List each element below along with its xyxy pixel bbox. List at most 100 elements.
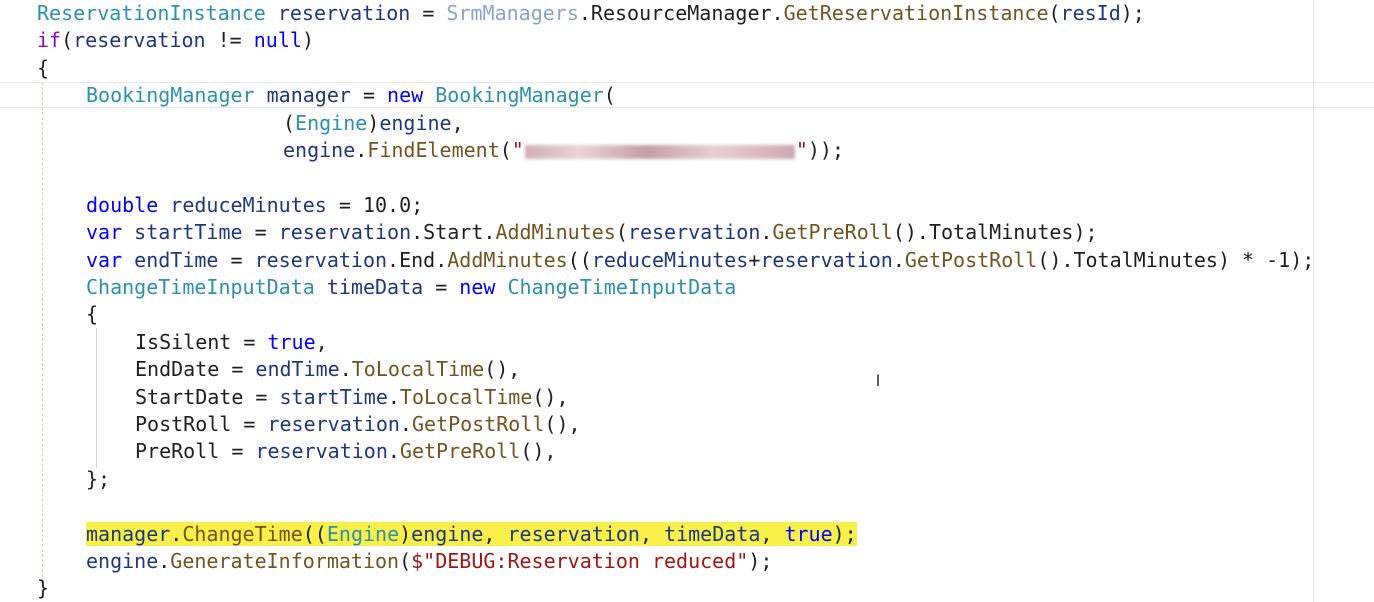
- code-token: .: [387, 439, 400, 464]
- code-token: .: [483, 220, 496, 245]
- code-token: );: [1120, 1, 1145, 25]
- code-token: {: [37, 55, 50, 80]
- code-line[interactable]: ReservationInstance reservation = SrmMan…: [37, 0, 1145, 27]
- code-line-content: engine.FindElement(" "));: [283, 138, 844, 162]
- code-token: .: [435, 247, 448, 272]
- code-line[interactable]: PostRoll = reservation.GetPostRoll(),: [135, 411, 581, 438]
- code-token: reservation: [267, 412, 400, 436]
- code-token: manager: [266, 83, 351, 108]
- code-line[interactable]: PreRoll = reservation.GetPreRoll(),: [135, 438, 556, 465]
- code-line[interactable]: var endTime = reservation.End.AddMinutes…: [86, 247, 1314, 274]
- code-token: ReservationInstance: [37, 1, 266, 25]
- code-token: FindElement: [367, 138, 500, 162]
- code-token: AddMinutes: [495, 220, 616, 245]
- code-line[interactable]: {: [86, 301, 98, 328]
- code-token: (),: [520, 439, 557, 464]
- code-token: BookingManager: [435, 83, 604, 108]
- code-token: .: [170, 521, 183, 546]
- code-token: .: [355, 138, 368, 162]
- code-line-content: engine.GenerateInformation($"DEBUG:Reser…: [86, 549, 772, 573]
- code-token: );: [832, 521, 857, 546]
- code-token: ((: [302, 521, 327, 546]
- code-token: new: [387, 83, 424, 108]
- code-token: ): [367, 110, 380, 135]
- code-token: =: [231, 412, 268, 436]
- code-line-content: {: [37, 56, 49, 80]
- code-line[interactable]: manager.ChangeTime((Engine)engine, reser…: [86, 521, 857, 548]
- code-token: var: [86, 247, 123, 272]
- code-line[interactable]: if(reservation != null): [37, 27, 314, 54]
- code-token: =: [218, 247, 255, 272]
- code-line[interactable]: double reduceMinutes = 10.0;: [86, 192, 423, 219]
- code-line[interactable]: engine.FindElement(" "));: [283, 137, 844, 164]
- code-token: 10.0: [362, 192, 412, 217]
- code-token: engine: [379, 110, 452, 135]
- code-token: ,: [451, 110, 464, 135]
- code-token: PreRoll: [135, 439, 220, 464]
- code-token: (: [399, 549, 412, 573]
- code-line[interactable]: {: [37, 55, 49, 82]
- code-token: (),: [532, 384, 569, 409]
- code-line[interactable]: BookingManager manager = new BookingMana…: [86, 82, 616, 109]
- code-token: {: [86, 302, 99, 327]
- code-token: =: [243, 384, 280, 409]
- code-token: GenerateInformation: [170, 549, 400, 573]
- code-line[interactable]: engine.GenerateInformation($"DEBUG:Reser…: [86, 548, 772, 575]
- code-line[interactable]: }: [37, 575, 49, 602]
- code-token: .: [760, 220, 773, 245]
- code-line[interactable]: var startTime = reservation.Start.AddMin…: [86, 219, 1098, 246]
- code-token: BookingManager: [86, 83, 255, 108]
- code-line-content: IsSilent = true,: [135, 330, 328, 354]
- code-token: ): [301, 28, 314, 53]
- code-token: reservation: [254, 247, 388, 272]
- code-token: ": [795, 138, 808, 162]
- code-token: ().: [892, 220, 929, 245]
- i-beam-cursor-icon: I: [875, 371, 881, 390]
- code-token: startTime: [279, 384, 388, 409]
- code-token: resId: [1060, 1, 1121, 25]
- code-token: Engine: [326, 521, 400, 546]
- code-token: (: [283, 110, 296, 135]
- code-token: TotalMinutes: [928, 220, 1074, 245]
- code-token: (: [615, 220, 628, 245]
- code-line-content: StartDate = startTime.ToLocalTime(),: [135, 385, 569, 409]
- code-token: ,: [760, 521, 785, 546]
- code-token: .: [411, 220, 424, 245]
- code-line[interactable]: };: [86, 466, 110, 493]
- code-token: .: [892, 247, 905, 272]
- code-line[interactable]: EndDate = endTime.ToLocalTime(),: [135, 356, 520, 383]
- code-line[interactable]: IsSilent = true,: [135, 329, 328, 356]
- code-line-content: double reduceMinutes = 10.0;: [86, 193, 423, 217]
- code-token: ,: [639, 521, 665, 546]
- code-token: engine: [411, 521, 484, 546]
- code-token: startTime: [134, 220, 243, 245]
- code-line[interactable]: StartDate = startTime.ToLocalTime(),: [135, 384, 569, 411]
- code-line-content: var endTime = reservation.End.AddMinutes…: [86, 248, 1314, 272]
- code-line[interactable]: (Engine)engine,: [283, 110, 464, 137]
- code-token: reservation: [255, 439, 388, 464]
- code-line-content: }: [37, 576, 49, 600]
- code-line-content: if(reservation != null): [37, 28, 314, 52]
- code-token: Engine: [295, 110, 368, 135]
- code-token: =: [350, 83, 388, 108]
- code-editor[interactable]: ReservationInstance reservation = SrmMan…: [0, 0, 1374, 602]
- code-token: true: [784, 521, 833, 546]
- code-token: if: [37, 28, 62, 53]
- code-token: (: [603, 83, 616, 108]
- column-ruler: [1313, 0, 1314, 602]
- code-token: .: [399, 412, 412, 436]
- code-token: ): [399, 521, 412, 546]
- code-token: true: [267, 329, 316, 354]
- code-token: Start: [423, 220, 484, 245]
- code-line[interactable]: ChangeTimeInputData timeData = new Chang…: [86, 274, 736, 301]
- code-token: !=: [205, 28, 254, 53]
- code-token: reservation: [73, 28, 206, 53]
- code-token: =: [410, 1, 447, 25]
- code-token: null: [253, 28, 302, 53]
- code-token: End: [399, 247, 436, 272]
- code-token: =: [242, 220, 279, 245]
